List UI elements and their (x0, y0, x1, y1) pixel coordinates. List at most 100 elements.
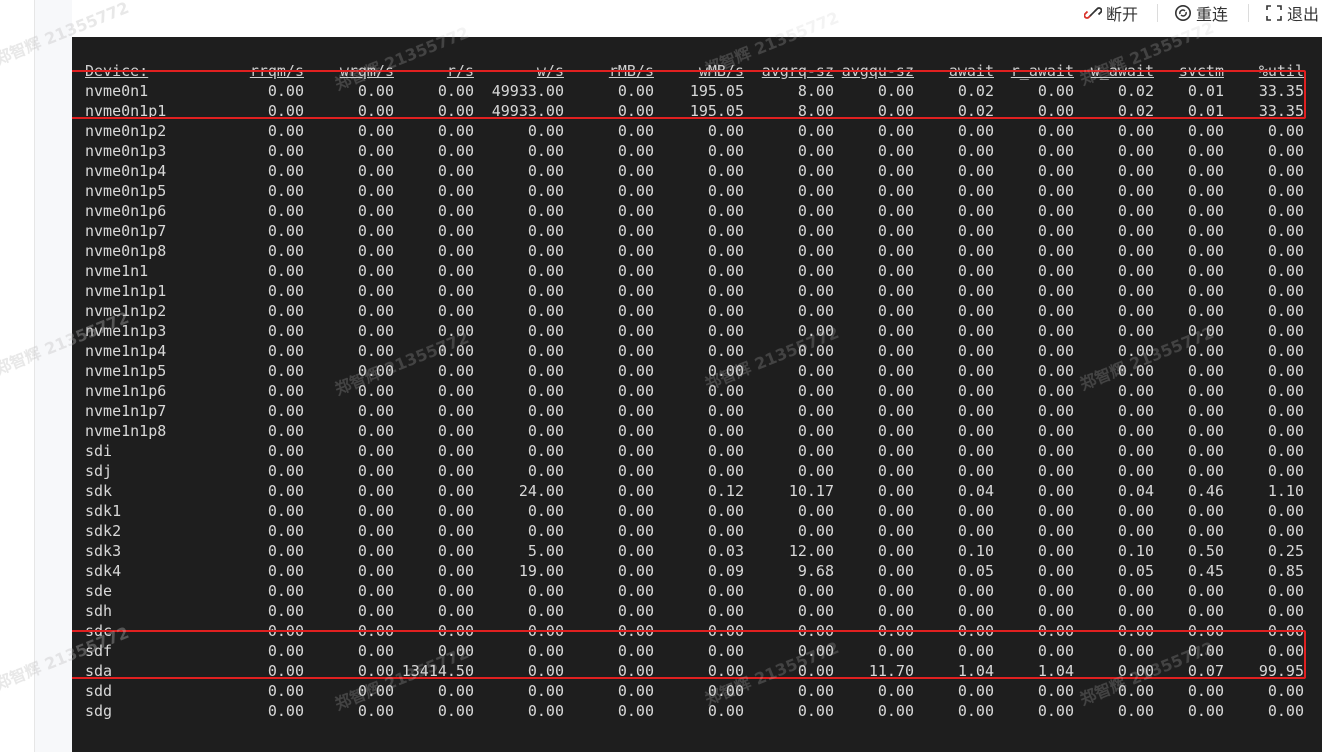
stat-value: 0.00 (877, 322, 914, 340)
stat-value: 0.00 (1117, 302, 1154, 320)
stat-value: 0.00 (1187, 362, 1224, 380)
stat-value: 0.00 (877, 162, 914, 180)
stat-value: 0.00 (527, 662, 564, 680)
stat-value: 0.00 (617, 562, 654, 580)
device-name: sdd (85, 682, 113, 700)
stat-value: 0.02 (957, 82, 994, 100)
stat-value: 0.00 (617, 662, 654, 680)
stat-value: 0.00 (527, 202, 564, 220)
stat-value: 0.00 (877, 182, 914, 200)
stat-value: 0.00 (267, 682, 304, 700)
stat-value: 0.00 (1267, 682, 1304, 700)
column-header: w/s (536, 62, 564, 80)
stat-value: 0.00 (527, 222, 564, 240)
stat-value: 0.00 (797, 382, 834, 400)
device-name: sdf (85, 642, 113, 660)
stat-value: 0.00 (357, 502, 394, 520)
stat-value: 0.00 (437, 222, 474, 240)
stat-value: 0.00 (1187, 142, 1224, 160)
stat-value: 0.00 (267, 222, 304, 240)
iostat-device-row: nvme0n1p5 0.00 0.00 0.00 0.00 0.00 0.00 0.00 0.0… (72, 181, 1322, 201)
exit-button[interactable]: 退出 (1265, 0, 1319, 26)
stat-value: 195.05 (689, 82, 744, 100)
disconnect-button[interactable]: 断开 (1084, 0, 1138, 26)
stat-value: 0.00 (1187, 442, 1224, 460)
stat-value: 0.12 (707, 482, 744, 500)
stat-value: 0.00 (1117, 222, 1154, 240)
device-name: nvme1n1p4 (85, 342, 167, 360)
iostat-device-row: sdk3 0.00 0.00 0.00 5.00 0.00 0.03 12.00 0.00 0.1… (72, 541, 1322, 561)
stat-value: 0.00 (1187, 462, 1224, 480)
stat-value: 0.00 (957, 222, 994, 240)
iostat-device-row: nvme0n1p7 0.00 0.00 0.00 0.00 0.00 0.00 0.00 0.0… (72, 221, 1322, 241)
stat-value: 0.00 (1267, 362, 1304, 380)
stat-value: 0.00 (617, 202, 654, 220)
terminal-output[interactable]: Device: rrqm/s wrqm/s r/s w/s rMB/s wMB/s avgrq… (72, 37, 1322, 752)
stat-value: 0.00 (267, 622, 304, 640)
iostat-device-row: nvme1n1p1 0.00 0.00 0.00 0.00 0.00 0.00 0.00 0.0… (72, 281, 1322, 301)
stat-value: 0.00 (267, 342, 304, 360)
stat-value: 0.00 (1267, 422, 1304, 440)
stat-value: 0.45 (1187, 562, 1224, 580)
stat-value: 0.00 (707, 202, 744, 220)
stat-value: 0.00 (437, 322, 474, 340)
stat-value: 0.00 (1037, 522, 1074, 540)
stat-value: 0.00 (357, 202, 394, 220)
stat-value: 0.07 (1187, 662, 1224, 680)
reconnect-button[interactable]: 重连 (1174, 0, 1228, 26)
stat-value: 0.00 (707, 702, 744, 720)
stat-value: 0.00 (957, 502, 994, 520)
stat-value: 0.00 (527, 702, 564, 720)
toolbar-separator (1248, 4, 1249, 22)
device-name: sdk2 (85, 522, 122, 540)
column-header: %util (1258, 62, 1304, 80)
stat-value: 0.00 (437, 302, 474, 320)
stat-value: 0.00 (617, 362, 654, 380)
stat-value: 0.00 (877, 462, 914, 480)
iostat-device-row: nvme1n1 0.00 0.00 0.00 0.00 0.00 0.00 0.00 0.00 0… (72, 261, 1322, 281)
device-name: nvme0n1p1 (85, 102, 167, 120)
stat-value: 33.35 (1258, 102, 1304, 120)
stat-value: 0.00 (1037, 322, 1074, 340)
stat-value: 0.00 (437, 582, 474, 600)
stat-value: 0.00 (1187, 122, 1224, 140)
stat-value: 0.00 (357, 622, 394, 640)
stat-value: 0.00 (527, 322, 564, 340)
stat-value: 1.04 (957, 662, 994, 680)
stat-value: 0.00 (957, 122, 994, 140)
stat-value: 0.00 (707, 182, 744, 200)
stat-value: 0.00 (1187, 502, 1224, 520)
stat-value: 0.00 (1037, 242, 1074, 260)
stat-value: 0.00 (1037, 642, 1074, 660)
stat-value: 0.00 (1267, 122, 1304, 140)
device-name: nvme0n1 (85, 82, 149, 100)
stat-value: 0.00 (877, 682, 914, 700)
stat-value: 0.03 (707, 542, 744, 560)
stat-value: 0.00 (1187, 162, 1224, 180)
ssh-terminal-window: 断开 重连 退出 Device: rrqm/s wrqm/s r/s w/s rMB/s w… (0, 0, 1322, 752)
stat-value: 19.00 (518, 562, 564, 580)
device-name: nvme0n1p3 (85, 142, 167, 160)
stat-value: 0.00 (797, 422, 834, 440)
stat-value: 0.00 (877, 522, 914, 540)
stat-value: 0.00 (617, 142, 654, 160)
stat-value: 0.00 (797, 502, 834, 520)
stat-value: 0.00 (797, 682, 834, 700)
stat-value: 9.68 (797, 562, 834, 580)
stat-value: 0.00 (1037, 462, 1074, 480)
stat-value: 0.00 (707, 242, 744, 260)
stat-value: 0.00 (437, 502, 474, 520)
stat-value: 0.00 (957, 302, 994, 320)
iostat-device-row: nvme1n1p3 0.00 0.00 0.00 0.00 0.00 0.00 0.00 0.0… (72, 321, 1322, 341)
stat-value: 0.00 (437, 262, 474, 280)
stat-value: 0.00 (267, 282, 304, 300)
stat-value: 0.00 (617, 442, 654, 460)
stat-value: 0.00 (877, 102, 914, 120)
stat-value: 0.00 (797, 402, 834, 420)
stat-value: 0.00 (437, 282, 474, 300)
stat-value: 0.00 (797, 642, 834, 660)
stat-value: 0.00 (1267, 502, 1304, 520)
stat-value: 0.00 (1117, 642, 1154, 660)
stat-value: 0.00 (437, 442, 474, 460)
iostat-device-row: sdh 0.00 0.00 0.00 0.00 0.00 0.00 0.00 0.00 0.00 0… (72, 601, 1322, 621)
